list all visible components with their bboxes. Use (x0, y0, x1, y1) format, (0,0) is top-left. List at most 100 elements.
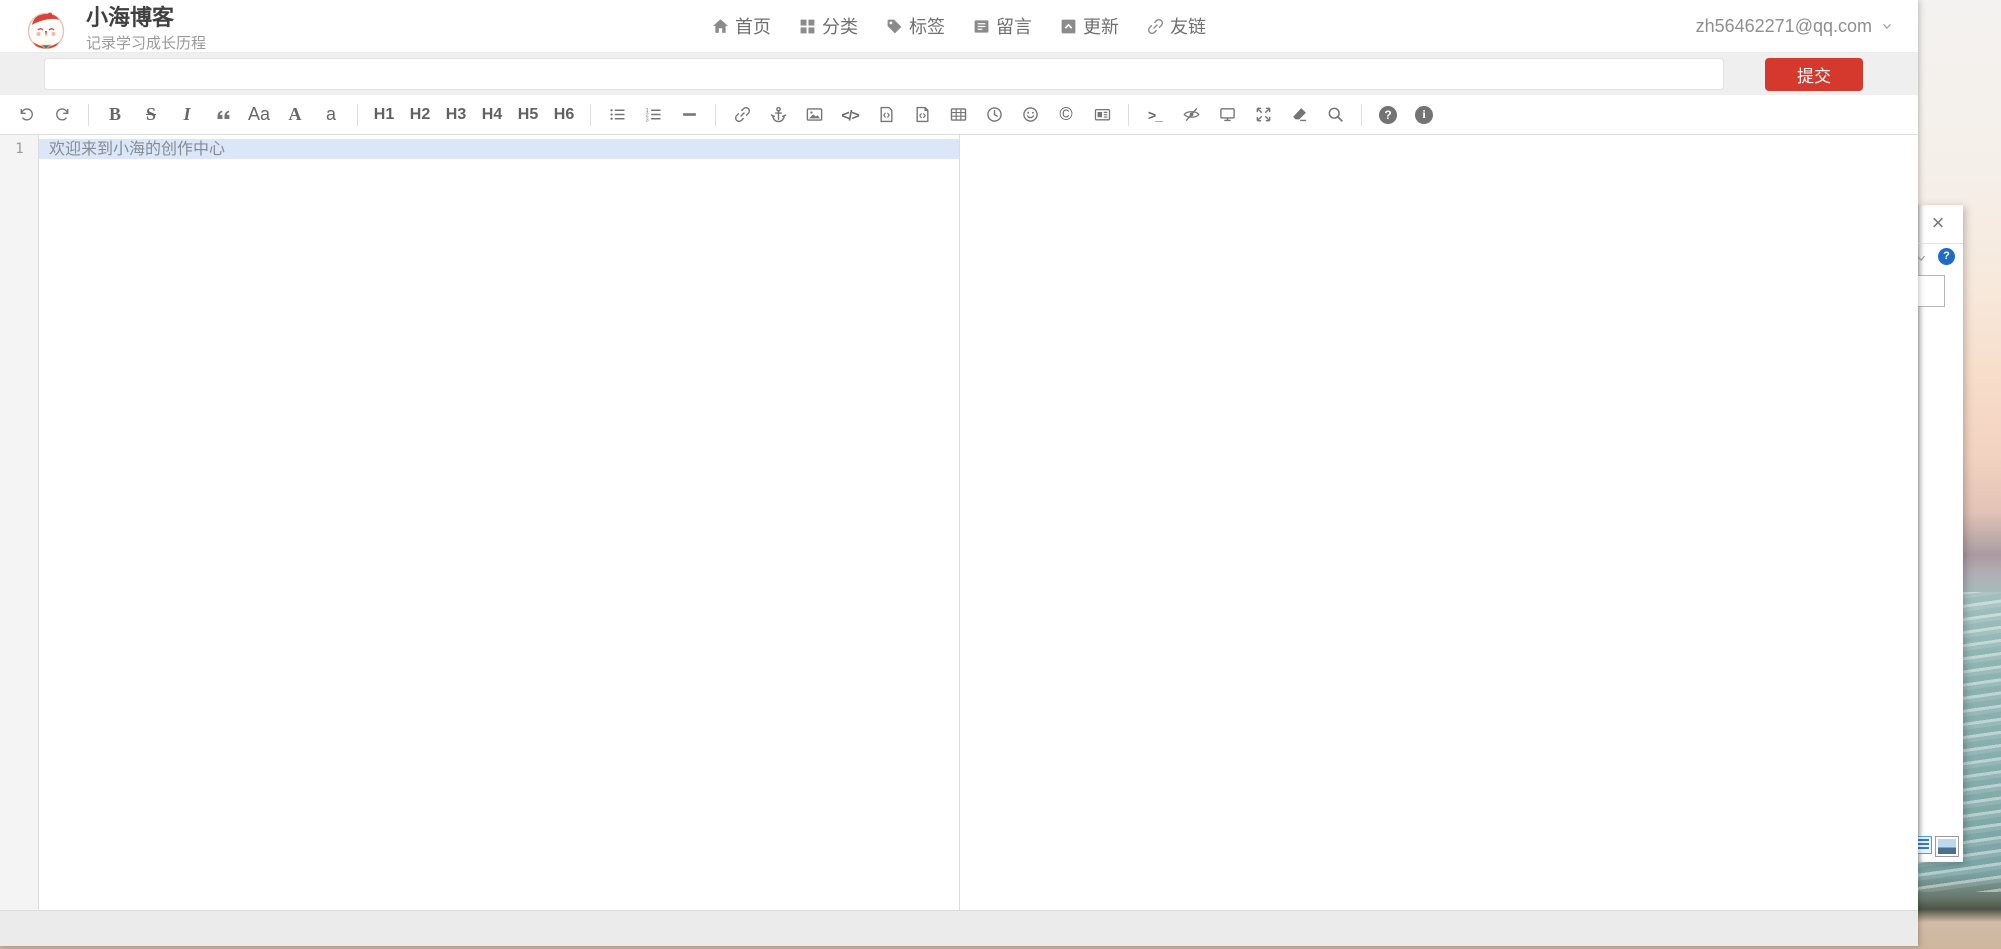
help-glyph: ? (1379, 106, 1397, 124)
fullscreen-icon[interactable] (1248, 100, 1278, 130)
thumbnail-view-icon[interactable] (1935, 836, 1959, 857)
list-ul-icon[interactable] (602, 100, 632, 130)
italic-glyph: I (183, 104, 190, 125)
nav-item-home[interactable]: 首页 (712, 13, 771, 39)
home-icon (712, 18, 729, 35)
horizontal-rule-icon[interactable] (674, 100, 704, 130)
nav-item-guestbook[interactable]: 留言 (973, 13, 1032, 39)
article-title-bar: 提交 (0, 53, 1918, 95)
h2-glyph: H2 (410, 106, 430, 124)
nav-item-friend-links[interactable]: 友链 (1147, 13, 1206, 39)
toolbar-divider (590, 104, 591, 126)
nav-item-updates[interactable]: 更新 (1060, 13, 1119, 39)
line-text: 欢迎来到小海的创作中心 (39, 139, 959, 159)
strikethrough-icon[interactable]: S (136, 100, 166, 130)
undo-icon[interactable] (11, 100, 41, 130)
h4-icon[interactable]: H4 (477, 100, 507, 130)
h1-glyph: H1 (374, 106, 394, 124)
goto-line-icon[interactable]: >_ (1140, 100, 1170, 130)
clear-icon[interactable] (1284, 100, 1314, 130)
user-email: zh56462271@qq.com (1696, 16, 1872, 37)
h5-icon[interactable]: H5 (513, 100, 543, 130)
blog-compose-page: 小海博客 记录学习成长历程 首页 分类 标签 留言 更新 友链 zh56462271@qq… (0, 0, 1918, 946)
partial-dialog-titlebar: × (1918, 205, 1963, 244)
list-view-icon[interactable] (1918, 836, 1932, 854)
close-icon[interactable]: × (1926, 209, 1950, 237)
ucwords-icon[interactable]: Aa (244, 100, 274, 130)
message-icon (973, 18, 990, 35)
help-icon[interactable]: ? (1373, 100, 1403, 130)
preview-icon[interactable] (1212, 100, 1242, 130)
uppercase-icon[interactable]: A (280, 100, 310, 130)
dialog-input-box[interactable] (1918, 275, 1945, 307)
lowercase-glyph: a (326, 104, 336, 125)
help-icon[interactable]: ? (1938, 248, 1955, 265)
editor-content-area[interactable]: 1欢迎来到小海的创作中心 (0, 139, 959, 159)
list-ol-icon[interactable]: 123 (638, 100, 668, 130)
h6-glyph: H6 (554, 106, 574, 124)
editor-toolbar: BSI Aa Aa H1 H2 H3 H4 H5 H6 123 </> © >_? i (0, 95, 1918, 135)
editor-line[interactable]: 1欢迎来到小海的创作中心 (0, 139, 959, 159)
site-avatar-icon (26, 10, 66, 50)
page-footer (0, 911, 1918, 946)
h4-glyph: H4 (482, 106, 502, 124)
site-subtitle: 记录学习成长历程 (86, 32, 206, 53)
main-nav: 首页 分类 标签 留言 更新 友链 (698, 0, 1220, 52)
chevron-down-icon (1880, 19, 1894, 33)
site-logo-link[interactable]: 小海博客 记录学习成长历程 (26, 6, 206, 53)
category-icon (799, 18, 816, 35)
line-number: 1 (0, 139, 39, 159)
markdown-preview-pane (960, 135, 1917, 910)
watch-icon[interactable] (1176, 100, 1206, 130)
code-icon[interactable]: </> (835, 100, 865, 130)
nav-item-label: 首页 (735, 13, 771, 39)
h1-icon[interactable]: H1 (369, 100, 399, 130)
image-icon[interactable] (799, 100, 829, 130)
toolbar-divider (715, 104, 716, 126)
tag-icon (886, 18, 903, 35)
partial-dialog-window: × ? (1918, 205, 1963, 862)
chevron-down-icon[interactable] (1918, 251, 1928, 265)
lowercase-icon[interactable]: a (316, 100, 346, 130)
ucwords-glyph: Aa (248, 104, 270, 125)
html-entities-glyph: © (1059, 104, 1072, 125)
top-navbar: 小海博客 记录学习成长历程 首页 分类 标签 留言 更新 友链 zh56462271@qq… (0, 0, 1918, 53)
goto-line-glyph: >_ (1148, 107, 1162, 123)
search-icon[interactable] (1320, 100, 1350, 130)
h5-glyph: H5 (518, 106, 538, 124)
emoji-icon[interactable] (1015, 100, 1045, 130)
reference-link-icon[interactable] (763, 100, 793, 130)
nav-item-label: 分类 (822, 13, 858, 39)
h6-icon[interactable]: H6 (549, 100, 579, 130)
submit-button[interactable]: 提交 (1765, 58, 1863, 91)
editor-body: 1欢迎来到小海的创作中心 (0, 135, 1918, 911)
info-icon[interactable]: i (1409, 100, 1439, 130)
table-icon[interactable] (943, 100, 973, 130)
italic-icon[interactable]: I (172, 100, 202, 130)
friend-link-icon (1147, 18, 1164, 35)
user-account-dropdown[interactable]: zh56462271@qq.com (1696, 0, 1894, 52)
datetime-icon[interactable] (979, 100, 1009, 130)
toolbar-divider (1128, 104, 1129, 126)
redo-icon[interactable] (47, 100, 77, 130)
svg-text:3: 3 (645, 117, 648, 123)
nav-item-label: 标签 (909, 13, 945, 39)
pagebreak-icon[interactable] (1087, 100, 1117, 130)
nav-item-label: 更新 (1083, 13, 1119, 39)
preformatted-text-icon[interactable] (871, 100, 901, 130)
editor-line-number-gutter (0, 135, 39, 910)
h3-glyph: H3 (446, 106, 466, 124)
article-title-input[interactable] (44, 58, 1724, 90)
quote-icon[interactable] (208, 100, 238, 130)
toolbar-divider (357, 104, 358, 126)
bold-glyph: B (109, 104, 121, 125)
nav-item-label: 留言 (996, 13, 1032, 39)
h2-icon[interactable]: H2 (405, 100, 435, 130)
html-entities-icon[interactable]: © (1051, 100, 1081, 130)
h3-icon[interactable]: H3 (441, 100, 471, 130)
link-icon[interactable] (727, 100, 757, 130)
code-block-icon[interactable] (907, 100, 937, 130)
nav-item-tags[interactable]: 标签 (886, 13, 945, 39)
nav-item-categories[interactable]: 分类 (799, 13, 858, 39)
bold-icon[interactable]: B (100, 100, 130, 130)
